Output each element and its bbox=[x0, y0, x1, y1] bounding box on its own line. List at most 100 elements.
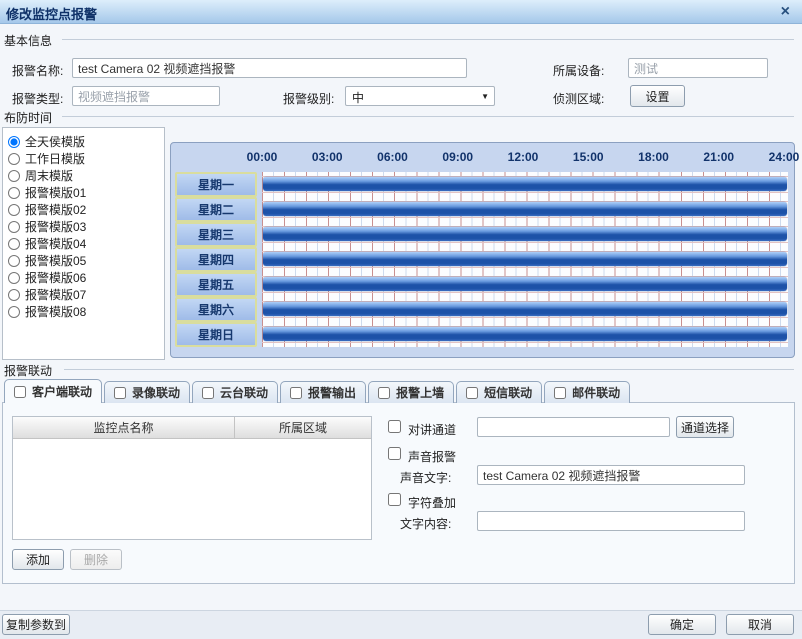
template-radio-05[interactable]: 报警模版05 bbox=[3, 252, 164, 269]
tab-email-linkage[interactable]: 邮件联动 bbox=[544, 381, 630, 403]
checkbox-icon[interactable] bbox=[14, 386, 26, 398]
tab-client-linkage[interactable]: 客户端联动 bbox=[4, 379, 102, 403]
time-tick: 21:00 bbox=[703, 150, 734, 164]
copy-params-button[interactable]: 复制参数到 bbox=[2, 614, 70, 635]
sound-alarm-checkbox[interactable] bbox=[388, 447, 401, 460]
modify-monitor-alarm-dialog: 修改监控点报警 × 基本信息 报警名称: 所属设备: 报警类型: 报警级别: 中… bbox=[0, 0, 802, 639]
template-radio-04[interactable]: 报警模版04 bbox=[3, 235, 164, 252]
armed-period-bar[interactable] bbox=[263, 227, 787, 241]
close-icon[interactable]: × bbox=[781, 2, 790, 22]
radio-icon[interactable] bbox=[8, 221, 20, 233]
day-track[interactable] bbox=[262, 222, 788, 247]
radio-icon[interactable] bbox=[8, 272, 20, 284]
arming-time-section-line bbox=[62, 116, 794, 117]
armed-period-bar[interactable] bbox=[263, 302, 787, 316]
linkage-section-line bbox=[64, 369, 794, 370]
radio-icon[interactable] bbox=[8, 289, 20, 301]
schedule-row-tuesday: 星期二 bbox=[175, 197, 788, 222]
checkbox-icon[interactable] bbox=[378, 387, 390, 399]
ok-button[interactable]: 确定 bbox=[648, 614, 716, 635]
day-track[interactable] bbox=[262, 272, 788, 297]
template-radio-allday[interactable]: 全天侯模版 bbox=[3, 133, 164, 150]
text-content-input[interactable] bbox=[477, 511, 745, 531]
time-tick: 00:00 bbox=[247, 150, 278, 164]
monitor-point-table[interactable]: 监控点名称 所属区域 bbox=[12, 416, 372, 540]
time-tick: 03:00 bbox=[312, 150, 343, 164]
linkage-tabs: 客户端联动 录像联动 云台联动 报警输出 报警上墙 短信联动 邮件联动 bbox=[4, 379, 630, 403]
template-radio-03[interactable]: 报警模版03 bbox=[3, 218, 164, 235]
tab-alarm-to-wall[interactable]: 报警上墙 bbox=[368, 381, 454, 403]
title-bar: 修改监控点报警 × bbox=[0, 0, 802, 24]
day-track[interactable] bbox=[262, 322, 788, 347]
template-radio-workday[interactable]: 工作日模版 bbox=[3, 150, 164, 167]
alarm-name-label: 报警名称: bbox=[12, 62, 63, 79]
template-label: 工作日模版 bbox=[25, 150, 85, 167]
armed-period-bar[interactable] bbox=[263, 327, 787, 341]
template-label: 报警模版01 bbox=[25, 184, 86, 201]
armed-period-bar[interactable] bbox=[263, 252, 787, 266]
channel-select-button[interactable]: 通道选择 bbox=[676, 416, 734, 438]
tab-label: 云台联动 bbox=[220, 384, 268, 401]
checkbox-icon[interactable] bbox=[554, 387, 566, 399]
detect-area-set-button[interactable]: 设置 bbox=[630, 85, 685, 107]
radio-icon[interactable] bbox=[8, 238, 20, 250]
day-track[interactable] bbox=[262, 172, 788, 197]
template-radio-01[interactable]: 报警模版01 bbox=[3, 184, 164, 201]
char-overlay-checkbox[interactable] bbox=[388, 493, 401, 506]
radio-icon[interactable] bbox=[8, 204, 20, 216]
alarm-type-input bbox=[72, 86, 220, 106]
template-label: 周末模版 bbox=[25, 167, 73, 184]
template-radio-weekend[interactable]: 周末模版 bbox=[3, 167, 164, 184]
checkbox-icon[interactable] bbox=[290, 387, 302, 399]
day-track[interactable] bbox=[262, 197, 788, 222]
checkbox-icon[interactable] bbox=[114, 387, 126, 399]
tab-label: 邮件联动 bbox=[572, 384, 620, 401]
template-radio-07[interactable]: 报警模版07 bbox=[3, 286, 164, 303]
alarm-level-select[interactable]: 中 ▼ bbox=[345, 86, 495, 106]
checkbox-icon[interactable] bbox=[466, 387, 478, 399]
alarm-name-input[interactable] bbox=[72, 58, 467, 78]
template-radio-02[interactable]: 报警模版02 bbox=[3, 201, 164, 218]
sound-text-input[interactable] bbox=[477, 465, 745, 485]
time-tick: 09:00 bbox=[442, 150, 473, 164]
talk-channel-label: 对讲通道 bbox=[408, 421, 456, 438]
talk-channel-checkbox[interactable] bbox=[388, 420, 401, 433]
tab-label: 报警输出 bbox=[308, 384, 356, 401]
armed-period-bar[interactable] bbox=[263, 202, 787, 216]
cancel-button[interactable]: 取消 bbox=[726, 614, 794, 635]
template-radio-08[interactable]: 报警模版08 bbox=[3, 303, 164, 320]
schedule-row-sunday: 星期日 bbox=[175, 322, 788, 347]
schedule-grid[interactable]: 00:00 03:00 06:00 09:00 12:00 15:00 18:0… bbox=[170, 142, 795, 358]
armed-period-bar[interactable] bbox=[263, 277, 787, 291]
tab-label: 客户端联动 bbox=[32, 383, 92, 400]
radio-icon[interactable] bbox=[8, 153, 20, 165]
schedule-row-thursday: 星期四 bbox=[175, 247, 788, 272]
radio-icon[interactable] bbox=[8, 306, 20, 318]
schedule-row-saturday: 星期六 bbox=[175, 297, 788, 322]
time-tick: 18:00 bbox=[638, 150, 669, 164]
device-input bbox=[628, 58, 768, 78]
device-label: 所属设备: bbox=[553, 62, 604, 79]
armed-period-bar[interactable] bbox=[263, 177, 787, 191]
radio-icon[interactable] bbox=[8, 187, 20, 199]
tab-label: 报警上墙 bbox=[396, 384, 444, 401]
checkbox-icon[interactable] bbox=[202, 387, 214, 399]
add-button[interactable]: 添加 bbox=[12, 549, 64, 570]
template-radio-06[interactable]: 报警模版06 bbox=[3, 269, 164, 286]
radio-icon[interactable] bbox=[8, 136, 20, 148]
day-track[interactable] bbox=[262, 297, 788, 322]
talk-channel-input[interactable] bbox=[477, 417, 670, 437]
tab-ptz-linkage[interactable]: 云台联动 bbox=[192, 381, 278, 403]
tab-record-linkage[interactable]: 录像联动 bbox=[104, 381, 190, 403]
sound-text-label: 声音文字: bbox=[400, 469, 451, 486]
radio-icon[interactable] bbox=[8, 170, 20, 182]
detect-area-label: 侦测区域: bbox=[553, 90, 604, 107]
schedule-days: 星期一 星期二 星期三 星期四 星期五 星期六 bbox=[175, 172, 788, 347]
day-track[interactable] bbox=[262, 247, 788, 272]
radio-icon[interactable] bbox=[8, 255, 20, 267]
template-label: 报警模版05 bbox=[25, 252, 86, 269]
tab-alarm-output[interactable]: 报警输出 bbox=[280, 381, 366, 403]
tab-sms-linkage[interactable]: 短信联动 bbox=[456, 381, 542, 403]
dialog-title: 修改监控点报警 bbox=[6, 4, 97, 23]
delete-button: 删除 bbox=[70, 549, 122, 570]
